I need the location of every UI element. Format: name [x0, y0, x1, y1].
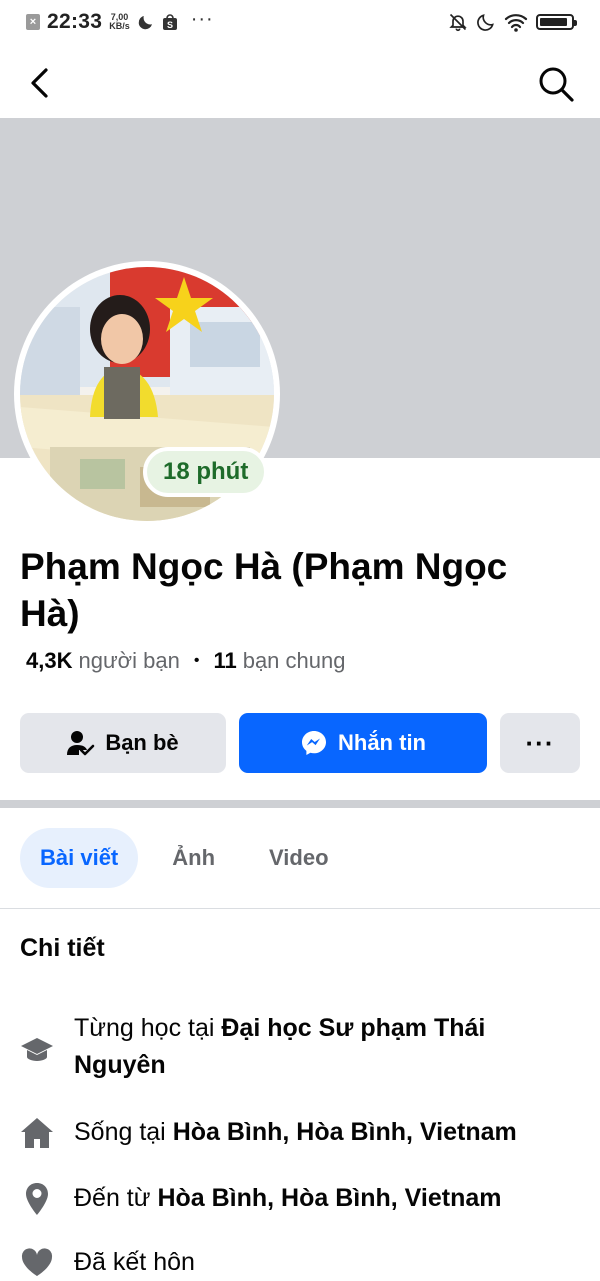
detail-lives-in-prefix: Sống tại: [74, 1118, 166, 1146]
detail-lives-in-text: Sống tại Hòa Bình, Hòa Bình, Vietnam: [74, 1114, 574, 1151]
profile-tabs: Bài viết Ảnh Video: [20, 828, 349, 888]
shopee-icon: S: [162, 14, 177, 30]
battery-level: [540, 18, 567, 26]
clock: 22:33: [47, 10, 103, 33]
status-bar: × 22:33 7,00 KB/s S ···: [0, 0, 600, 46]
friends-button-label: Bạn bè: [105, 730, 179, 755]
education-cap-icon: [21, 1038, 53, 1061]
detail-education-text: Từng học tại Đại học Sư phạm Thái Nguyên: [74, 1010, 574, 1084]
profile-name: Phạm Ngọc Hà (Phạm Ngọc Hà): [20, 546, 508, 634]
tab-videos[interactable]: Video: [249, 828, 349, 888]
separator-dot: •: [193, 652, 200, 669]
bell-off-icon: [449, 13, 467, 32]
friends-count: 4,3K: [26, 648, 73, 673]
search-icon[interactable]: [536, 64, 576, 104]
friend-check-icon: [67, 731, 95, 756]
detail-from-text: Đến từ Hòa Bình, Hòa Bình, Vietnam: [74, 1180, 574, 1217]
tabs-divider: [0, 908, 600, 909]
messenger-icon: [302, 731, 326, 755]
active-status-badge: 18 phút: [143, 447, 269, 497]
section-divider: [0, 800, 600, 808]
home-icon: [21, 1118, 53, 1148]
status-bar-left: × 22:33 7,00 KB/s S ···: [26, 7, 214, 34]
battery-icon: [536, 14, 577, 30]
message-button[interactable]: Nhắn tin: [239, 713, 487, 773]
more-options-button[interactable]: ···: [500, 713, 580, 773]
moon-icon: [138, 16, 152, 30]
wifi-icon: [504, 14, 528, 32]
more-dots-icon: ···: [190, 7, 214, 30]
status-bar-right: [448, 12, 577, 32]
active-status-text: 18 phút: [163, 458, 249, 485]
friends-summary[interactable]: 4,3K người bạn • 11 bạn chung: [26, 648, 345, 674]
svg-text:S: S: [167, 20, 173, 30]
moon-icon: [477, 14, 494, 31]
detail-lives-in-value[interactable]: Hòa Bình, Hòa Bình, Vietnam: [173, 1118, 517, 1146]
detail-education-prefix: Từng học tại: [74, 1014, 215, 1042]
friends-label: người bạn: [78, 648, 180, 673]
tab-posts[interactable]: Bài viết: [20, 828, 139, 888]
friends-button[interactable]: Bạn bè: [20, 713, 226, 773]
detail-from-prefix: Đến từ: [74, 1184, 151, 1212]
mutual-friends-label: bạn chung: [242, 648, 346, 673]
message-button-label: Nhắn tin: [338, 730, 426, 755]
network-speed-unit: KB/s: [109, 21, 130, 31]
tab-photos[interactable]: Ảnh: [152, 828, 235, 888]
detail-relationship-prefix: Đã kết hôn: [74, 1248, 195, 1276]
more-options-icon: ···: [525, 727, 555, 758]
mutual-friends-count: 11: [213, 648, 237, 673]
detail-relationship-text: Đã kết hôn: [74, 1244, 574, 1281]
details-title: Chi tiết: [20, 934, 105, 962]
back-icon[interactable]: [24, 66, 58, 100]
network-speed: 7,00 KB/s: [109, 13, 130, 31]
close-notification-icon: ×: [26, 14, 40, 30]
heart-icon: [21, 1248, 53, 1276]
detail-from-value[interactable]: Hòa Bình, Hòa Bình, Vietnam: [157, 1184, 501, 1212]
location-pin-icon: [26, 1183, 48, 1215]
top-navigation: [0, 46, 600, 120]
